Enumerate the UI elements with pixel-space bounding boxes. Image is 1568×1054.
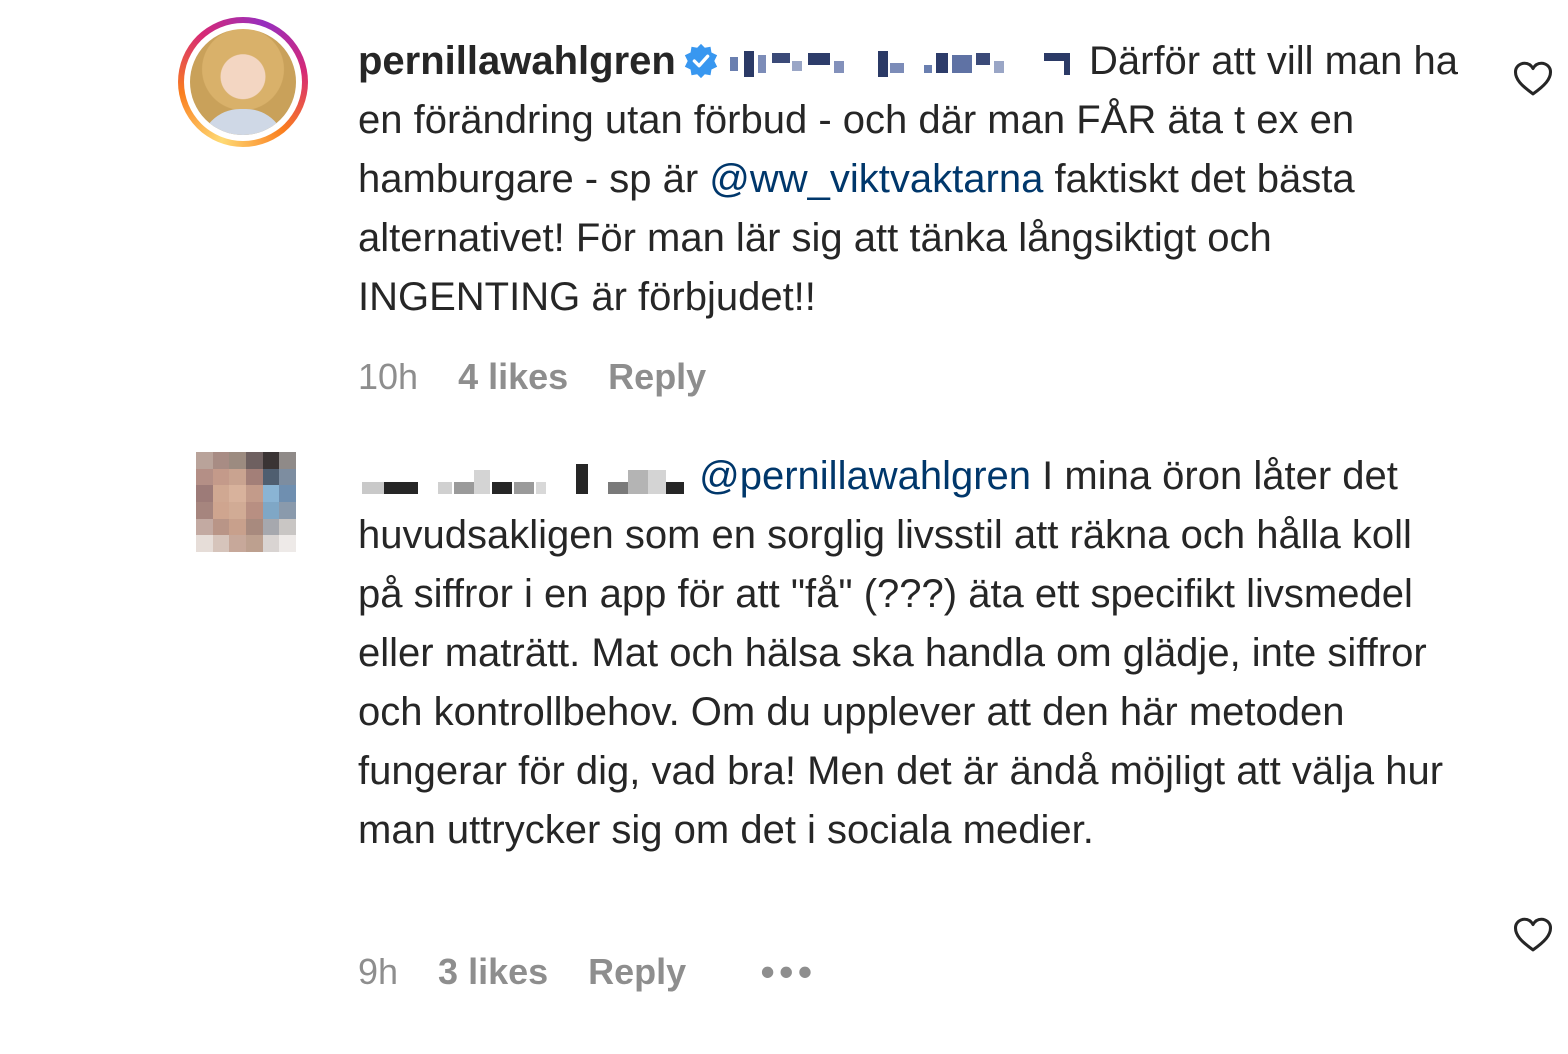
comment-timestamp[interactable]: 9h [358,951,398,993]
comment-likes[interactable]: 3 likes [438,951,548,993]
comment-mention[interactable]: @pernillawahlgren [699,454,1031,498]
reply-button[interactable]: Reply [608,356,706,398]
redacted-username [358,462,688,495]
heart-icon[interactable] [1512,58,1554,100]
more-options-icon[interactable]: ••• [760,948,816,996]
comment-item: pernillawahlgren Därför att vill man ha … [0,0,1568,420]
comment-username[interactable]: pernillawahlgren [358,39,676,83]
avatar[interactable] [178,17,308,147]
heart-icon[interactable] [1512,914,1554,956]
comment-meta: 9h 3 likes Reply ••• [358,948,816,996]
avatar-shoulders [200,109,286,135]
comment-text: pernillawahlgren Därför att vill man ha … [358,32,1458,327]
redacted-text [728,47,1078,79]
avatar-photo [190,29,296,135]
comment-timestamp[interactable]: 10h [358,356,418,398]
comment-text: @pernillawahlgren I mina öron låter det … [358,447,1458,860]
comment-body: I mina öron låter det huvudsakligen som … [358,454,1444,852]
reply-button[interactable]: Reply [588,951,686,993]
avatar[interactable] [196,452,296,552]
comment-mention[interactable]: @ww_viktvaktarna [709,157,1043,201]
verified-badge-icon [684,43,718,79]
comment-likes[interactable]: 4 likes [458,356,568,398]
comment-meta: 10h 4 likes Reply [358,356,706,398]
